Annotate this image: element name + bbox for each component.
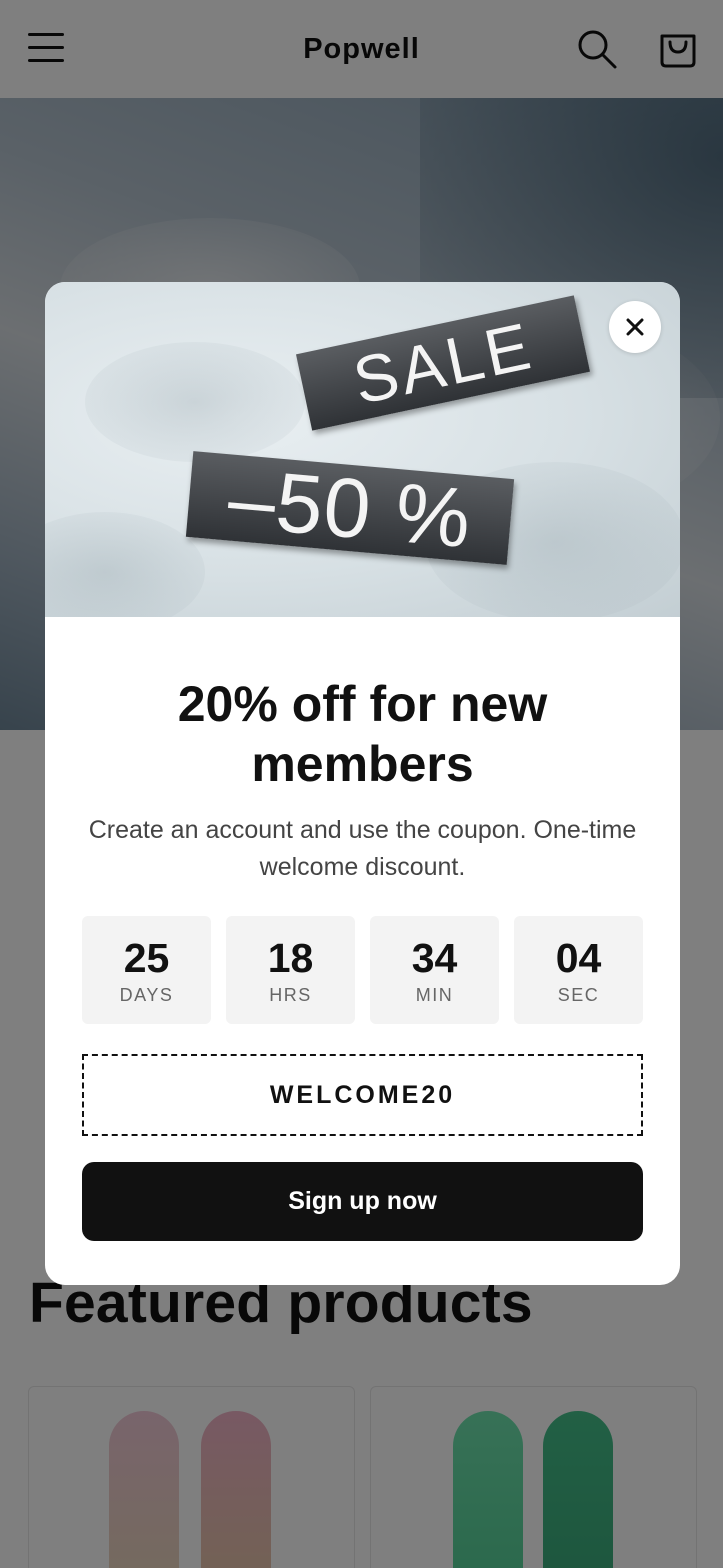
popup-title: 20% off for new members — [177, 676, 548, 792]
countdown-days: 25 DAYS — [82, 916, 211, 1024]
countdown-hours: 18 HRS — [226, 916, 355, 1024]
coupon-code[interactable]: WELCOME20 — [82, 1054, 643, 1136]
sign-up-button[interactable]: Sign up now — [82, 1162, 643, 1241]
countdown-unit: DAYS — [119, 985, 174, 1005]
close-icon[interactable] — [609, 301, 661, 353]
countdown-timer: 25 DAYS 18 HRS 34 MIN 04 SEC — [82, 916, 643, 1024]
countdown-value: 25 — [123, 935, 170, 981]
discount-sticker: –50 % — [185, 450, 515, 565]
countdown-unit: SEC — [557, 985, 600, 1005]
discount-popup: SALE –50 % 20% off for new members Creat… — [45, 282, 680, 1285]
countdown-minutes: 34 MIN — [370, 916, 499, 1024]
countdown-seconds: 04 SEC — [514, 916, 643, 1024]
sale-image: SALE –50 % — [45, 282, 680, 617]
countdown-value: 18 — [267, 935, 314, 981]
countdown-value: 34 — [411, 935, 458, 981]
countdown-unit: MIN — [415, 985, 454, 1005]
countdown-unit: HRS — [269, 985, 312, 1005]
sale-sticker: SALE — [295, 295, 591, 431]
countdown-value: 04 — [555, 935, 602, 981]
popup-description: Create an account and use the coupon. On… — [88, 816, 637, 881]
